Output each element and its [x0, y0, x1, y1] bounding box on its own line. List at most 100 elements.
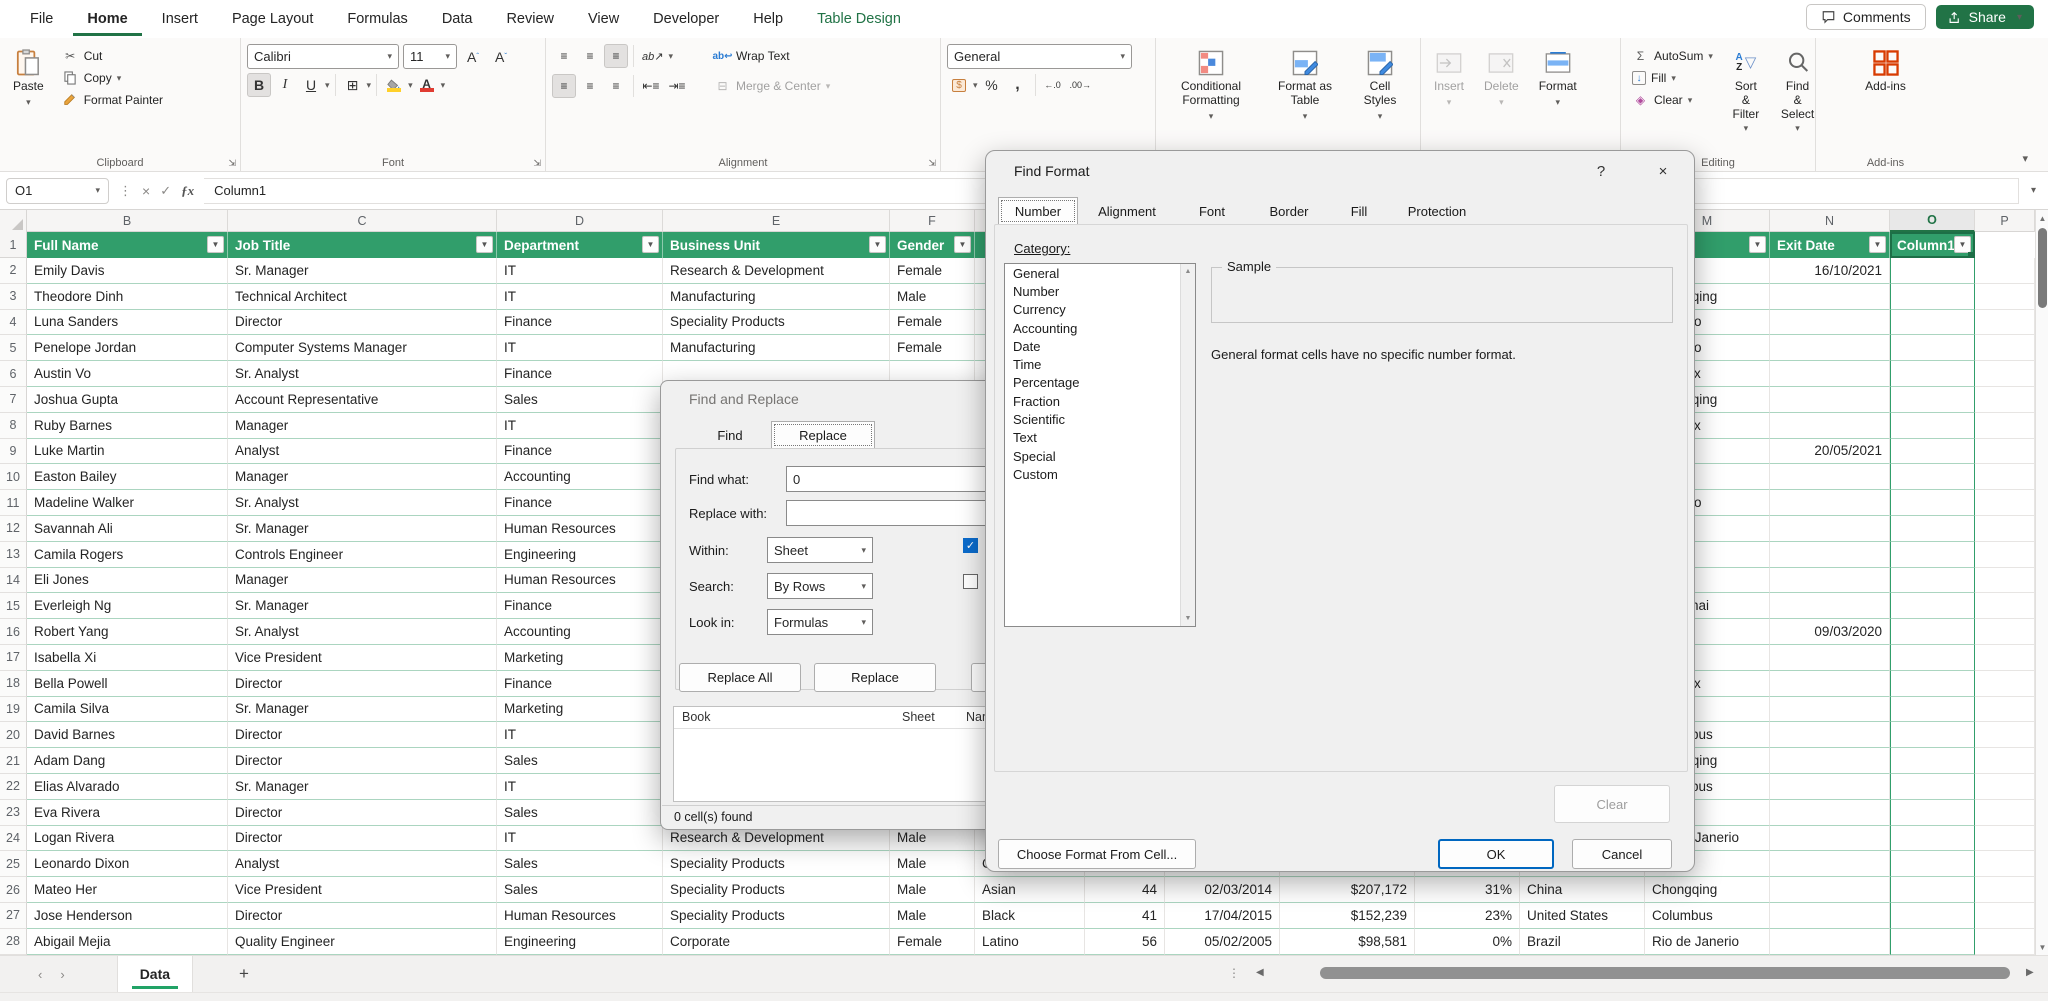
cell-bonus-28[interactable]: 0%: [1415, 929, 1520, 955]
borders-chevron-icon[interactable]: ▾: [367, 80, 372, 91]
cell-p-5[interactable]: [1975, 335, 2035, 361]
horizontal-scroll-thumb[interactable]: [1320, 967, 2010, 979]
cell-p-7[interactable]: [1975, 387, 2035, 413]
replace-all-button[interactable]: Replace All: [679, 663, 801, 692]
cell-name-11[interactable]: Madeline Walker: [27, 490, 228, 516]
cell-exit_date-14[interactable]: [1770, 568, 1890, 594]
font-color-icon[interactable]: A: [415, 73, 439, 97]
cell-job-12[interactable]: Sr. Manager: [228, 516, 497, 542]
cell-name-22[interactable]: Elias Alvarado: [27, 774, 228, 800]
cell-col1-6[interactable]: [1890, 361, 1975, 387]
cell-job-26[interactable]: Vice President: [228, 877, 497, 903]
row-header-17[interactable]: 17: [0, 645, 27, 671]
cell-name-19[interactable]: Camila Silva: [27, 697, 228, 723]
cell-dept-4[interactable]: Finance: [497, 310, 663, 336]
cell-col1-17[interactable]: [1890, 645, 1975, 671]
tabstrip-dots-icon[interactable]: ⋮: [1228, 966, 1240, 980]
cell-job-5[interactable]: Computer Systems Manager: [228, 335, 497, 361]
cell-col1-18[interactable]: [1890, 671, 1975, 697]
font-name-select[interactable]: Calibri▾: [247, 44, 399, 69]
cell-job-18[interactable]: Director: [228, 671, 497, 697]
cell-col1-8[interactable]: [1890, 413, 1975, 439]
paste-button[interactable]: Paste ▾: [6, 44, 51, 112]
row-header-6[interactable]: 6: [0, 361, 27, 387]
cell-job-2[interactable]: Sr. Manager: [228, 258, 497, 284]
cell-unit-28[interactable]: Corporate: [663, 929, 890, 955]
row-header-11[interactable]: 11: [0, 490, 27, 516]
horizontal-scrollbar[interactable]: [1276, 966, 2020, 980]
row-header-4[interactable]: 4: [0, 310, 27, 336]
cell-exit_date-17[interactable]: [1770, 645, 1890, 671]
cell-col1-28[interactable]: [1890, 929, 1975, 955]
cell-ethnicity-27[interactable]: Black: [975, 903, 1085, 929]
cell-exit_date-7[interactable]: [1770, 387, 1890, 413]
filter-dropdown-icon[interactable]: ▼: [1749, 236, 1766, 253]
cell-dept-5[interactable]: IT: [497, 335, 663, 361]
accounting-format-icon[interactable]: $: [947, 73, 971, 97]
menu-tab-home[interactable]: Home: [73, 3, 141, 36]
clear-button[interactable]: ◈Clear▾: [1627, 90, 1718, 110]
hscroll-right-icon[interactable]: ▶: [2026, 967, 2034, 978]
clipboard-dialog-launcher-icon[interactable]: ⇲: [228, 158, 236, 169]
filter-dropdown-icon[interactable]: ▼: [642, 236, 659, 253]
cell-dept-27[interactable]: Human Resources: [497, 903, 663, 929]
bold-button[interactable]: B: [247, 73, 271, 97]
cell-age-27[interactable]: 41: [1085, 903, 1165, 929]
column-letter-O[interactable]: O: [1890, 210, 1975, 232]
wrap-text-button[interactable]: ab↩Wrap Text: [709, 46, 835, 66]
cell-job-16[interactable]: Sr. Analyst: [228, 619, 497, 645]
row-header-8[interactable]: 8: [0, 413, 27, 439]
format-cells-button[interactable]: Format▾: [1532, 44, 1584, 112]
row-header-18[interactable]: 18: [0, 671, 27, 697]
font-size-select[interactable]: 11▾: [403, 44, 457, 69]
cell-exit_date-13[interactable]: [1770, 542, 1890, 568]
cell-p-16[interactable]: [1975, 619, 2035, 645]
insert-function-icon[interactable]: ƒx: [181, 183, 194, 199]
tab-find[interactable]: Find: [689, 421, 771, 449]
cell-ethnicity-28[interactable]: Latino: [975, 929, 1085, 955]
cell-bonus-26[interactable]: 31%: [1415, 877, 1520, 903]
cell-exit_date-2[interactable]: 16/10/2021: [1770, 258, 1890, 284]
cell-gender-26[interactable]: Male: [890, 877, 975, 903]
cell-salary-27[interactable]: $152,239: [1280, 903, 1415, 929]
cell-col1-12[interactable]: [1890, 516, 1975, 542]
cell-col1-15[interactable]: [1890, 593, 1975, 619]
within-select[interactable]: Sheet▾: [767, 537, 873, 563]
cell-dept-23[interactable]: Sales: [497, 800, 663, 826]
cell-exit_date-26[interactable]: [1770, 877, 1890, 903]
filter-dropdown-icon[interactable]: ▼: [1954, 236, 1971, 253]
copy-button[interactable]: Copy▾: [57, 68, 168, 88]
cell-gender-2[interactable]: Female: [890, 258, 975, 284]
cell-col1-5[interactable]: [1890, 335, 1975, 361]
cell-col1-20[interactable]: [1890, 722, 1975, 748]
cell-col1-2[interactable]: [1890, 258, 1975, 284]
underline-chevron-icon[interactable]: ▾: [325, 80, 330, 91]
table-header-unit[interactable]: Business Unit▼: [663, 232, 890, 258]
row-header-5[interactable]: 5: [0, 335, 27, 361]
category-item-time[interactable]: Time: [1005, 355, 1180, 373]
choose-format-from-cell-button[interactable]: Choose Format From Cell...: [998, 839, 1196, 869]
font-color-chevron-icon[interactable]: ▾: [441, 80, 446, 91]
cell-col1-13[interactable]: [1890, 542, 1975, 568]
cell-city-28[interactable]: Rio de Janerio: [1645, 929, 1770, 955]
menu-tab-data[interactable]: Data: [428, 3, 487, 36]
cell-unit-27[interactable]: Speciality Products: [663, 903, 890, 929]
category-scroll-up-icon[interactable]: ▲: [1181, 264, 1195, 279]
table-header-name[interactable]: Full Name▼: [27, 232, 228, 258]
cell-bonus-27[interactable]: 23%: [1415, 903, 1520, 929]
cell-age-26[interactable]: 44: [1085, 877, 1165, 903]
cell-city-26[interactable]: Chongqing: [1645, 877, 1770, 903]
row-header-26[interactable]: 26: [0, 877, 27, 903]
category-scrollbar[interactable]: ▲ ▼: [1180, 264, 1195, 626]
cell-name-26[interactable]: Mateo Her: [27, 877, 228, 903]
cell-salary-26[interactable]: $207,172: [1280, 877, 1415, 903]
sheet-nav-left-icon[interactable]: ‹: [38, 967, 42, 982]
select-all-corner[interactable]: [0, 210, 27, 232]
menu-tab-formulas[interactable]: Formulas: [333, 3, 421, 36]
category-item-percentage[interactable]: Percentage: [1005, 374, 1180, 392]
format-tab-font[interactable]: Font: [1176, 197, 1248, 225]
cell-city-27[interactable]: Columbus: [1645, 903, 1770, 929]
category-item-date[interactable]: Date: [1005, 337, 1180, 355]
cell-job-8[interactable]: Manager: [228, 413, 497, 439]
cell-col1-7[interactable]: [1890, 387, 1975, 413]
